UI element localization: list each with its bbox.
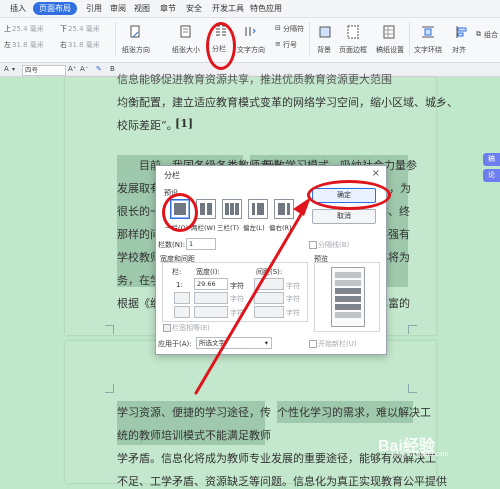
annotation-arrow [194,197,311,395]
watermark-subtext: jingyan.baidu.com [392,451,449,458]
